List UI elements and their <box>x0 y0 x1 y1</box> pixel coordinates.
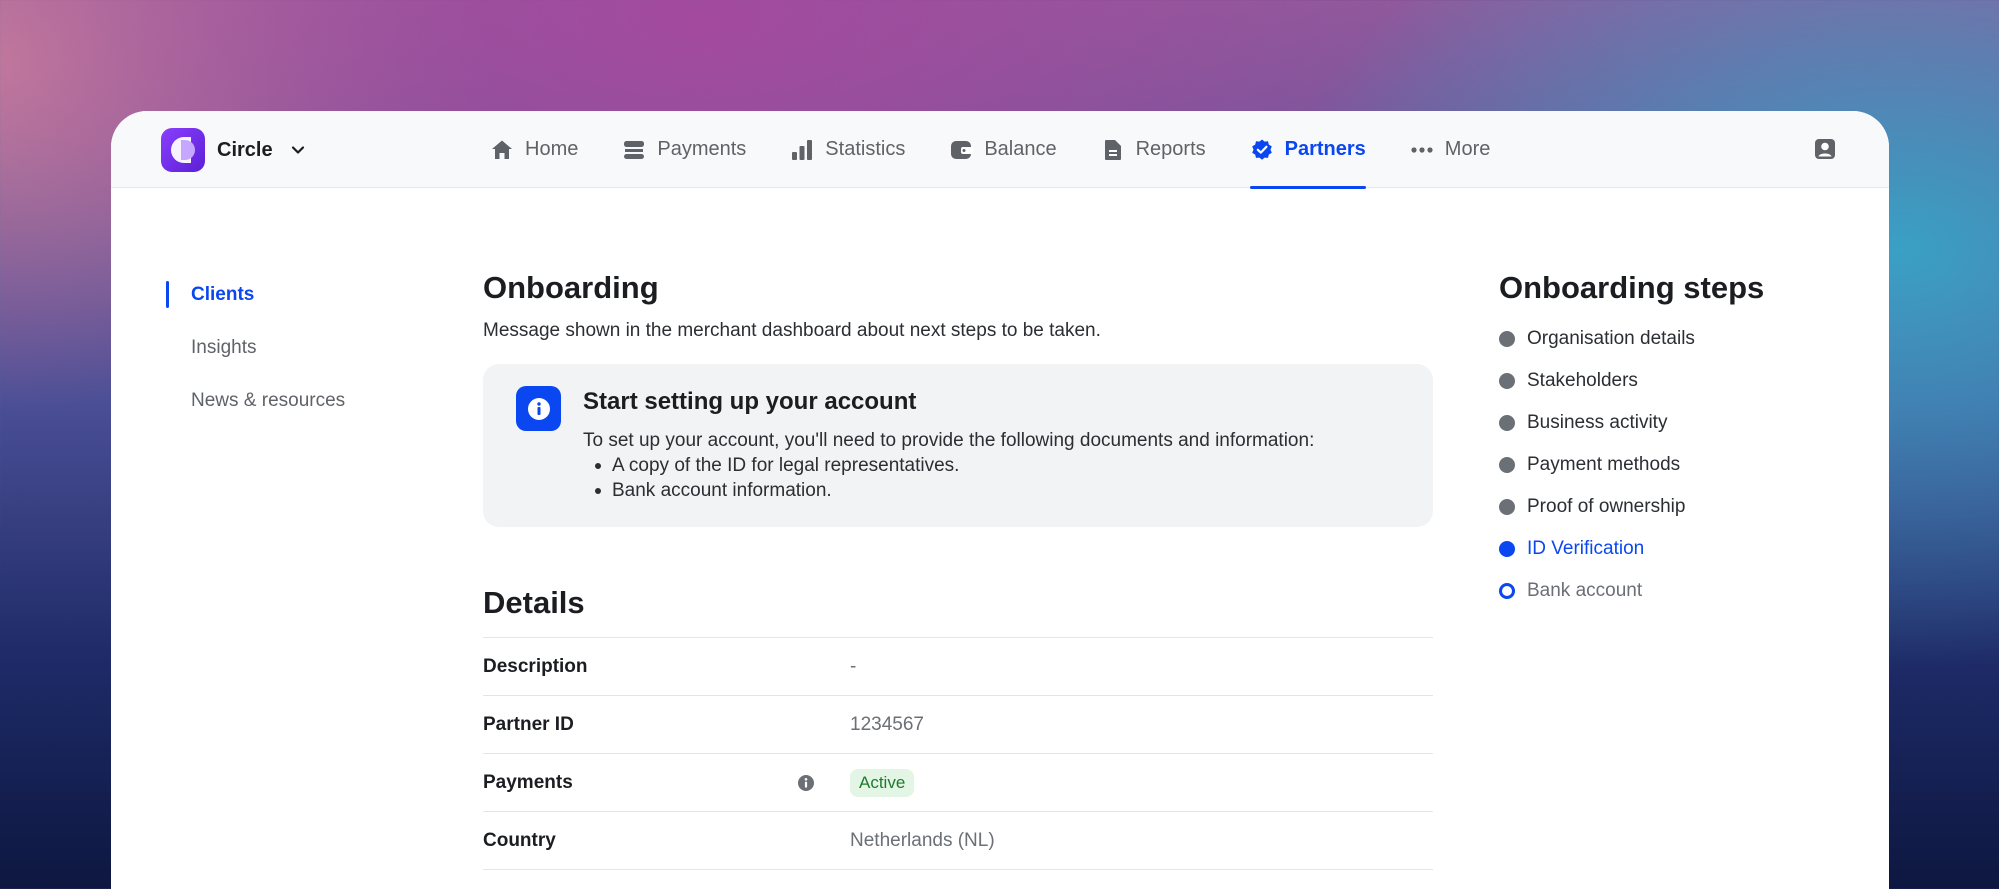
setup-callout: Start setting up your account To set up … <box>483 364 1433 527</box>
step-done-dot <box>1499 331 1515 347</box>
workspace-name: Circle <box>217 138 273 161</box>
step-item[interactable]: Business activity <box>1499 402 1764 444</box>
nav-label: Partners <box>1284 138 1366 160</box>
sidebar: Clients Insights News & resources <box>166 281 345 440</box>
user-account-icon[interactable] <box>1813 137 1837 161</box>
circle-logo-icon <box>161 128 205 172</box>
details-title: Details <box>483 585 585 620</box>
nav-label: Statistics <box>825 138 906 160</box>
list-item: Bank account information. <box>595 478 1409 503</box>
status-badge: Active <box>850 768 915 797</box>
table-row: Description - <box>483 638 1433 696</box>
top-navigation-bar: Circle Home Payments Statistics Balance … <box>111 111 1889 189</box>
nav-item-home[interactable]: Home <box>490 111 578 188</box>
nav-item-balance[interactable]: Balance <box>949 111 1057 188</box>
nav-label: Payments <box>657 138 747 160</box>
row-label: Payments <box>483 771 573 793</box>
list-item: A copy of the ID for legal representativ… <box>595 453 1409 478</box>
page-subtitle: Message shown in the merchant dashboard … <box>483 320 1101 341</box>
step-current-dot <box>1499 541 1515 557</box>
more-dots-icon <box>1410 138 1434 162</box>
row-value: Netherlands (NL) <box>850 829 995 851</box>
nav-item-statistics[interactable]: Statistics <box>790 111 905 188</box>
step-done-dot <box>1499 373 1515 389</box>
step-item[interactable]: Organisation details <box>1499 318 1764 360</box>
chevron-down-icon <box>291 146 304 154</box>
details-table: Description - Partner ID 1234567 Payment… <box>483 637 1433 870</box>
nav-label: More <box>1444 138 1491 160</box>
step-label: Bank account <box>1527 580 1643 601</box>
statistics-icon <box>790 138 814 162</box>
step-item-pending[interactable]: Bank account <box>1499 570 1764 612</box>
step-label: Business activity <box>1527 412 1668 433</box>
reports-icon <box>1101 138 1125 162</box>
step-label: Payment methods <box>1527 454 1681 475</box>
nav-label: Home <box>525 138 579 160</box>
workspace-switcher[interactable]: Circle <box>161 128 307 172</box>
nav-item-partners[interactable]: Partners <box>1249 111 1366 189</box>
row-value: 1234567 <box>850 713 924 735</box>
table-row: Country Netherlands (NL) <box>483 812 1433 870</box>
step-item[interactable]: Payment methods <box>1499 444 1764 486</box>
row-label: Description <box>483 655 588 677</box>
step-item[interactable]: Proof of ownership <box>1499 486 1764 528</box>
step-done-dot <box>1499 499 1515 515</box>
step-label: Proof of ownership <box>1527 496 1686 517</box>
home-icon <box>490 138 514 162</box>
callout-text: To set up your account, you'll need to p… <box>583 430 1315 451</box>
sidebar-item-insights[interactable]: Insights <box>166 334 345 361</box>
partners-badge-icon <box>1250 138 1274 162</box>
nav-item-reports[interactable]: Reports <box>1101 111 1206 188</box>
nav-label: Reports <box>1135 138 1206 160</box>
nav-item-payments[interactable]: Payments <box>622 111 746 188</box>
info-icon <box>516 386 561 431</box>
table-row: Payments Active <box>483 754 1433 812</box>
step-pending-dot <box>1499 583 1515 599</box>
table-row: Partner ID 1234567 <box>483 696 1433 754</box>
step-item[interactable]: Stakeholders <box>1499 360 1764 402</box>
nav-label: Balance <box>984 138 1057 160</box>
nav-item-more[interactable]: More <box>1410 111 1491 188</box>
callout-list: A copy of the ID for legal representativ… <box>595 453 1409 503</box>
main-nav: Home Payments Statistics Balance Reports… <box>490 111 1534 189</box>
callout-body: Start setting up your account To set up … <box>583 386 1409 503</box>
info-icon[interactable] <box>796 773 816 793</box>
page-title: Onboarding <box>483 270 659 305</box>
step-done-dot <box>1499 457 1515 473</box>
step-label: Stakeholders <box>1527 370 1638 391</box>
step-label: ID Verification <box>1527 538 1645 559</box>
step-item-current[interactable]: ID Verification <box>1499 528 1764 570</box>
payments-icon <box>622 138 646 162</box>
row-value: - <box>850 655 857 677</box>
onboarding-steps: Onboarding steps Organisation details St… <box>1499 268 1764 612</box>
row-label: Partner ID <box>483 713 574 735</box>
row-label: Country <box>483 829 556 851</box>
app-window: Circle Home Payments Statistics Balance … <box>111 111 1889 889</box>
main-content: Onboarding Message shown in the merchant… <box>483 268 1433 870</box>
sidebar-item-clients[interactable]: Clients <box>166 281 345 308</box>
step-label: Organisation details <box>1527 328 1695 349</box>
sidebar-item-news-resources[interactable]: News & resources <box>166 387 345 414</box>
balance-icon <box>949 138 974 162</box>
steps-list: Organisation details Stakeholders Busine… <box>1499 318 1764 612</box>
callout-title: Start setting up your account <box>583 388 917 415</box>
steps-title: Onboarding steps <box>1499 270 1765 305</box>
step-done-dot <box>1499 415 1515 431</box>
